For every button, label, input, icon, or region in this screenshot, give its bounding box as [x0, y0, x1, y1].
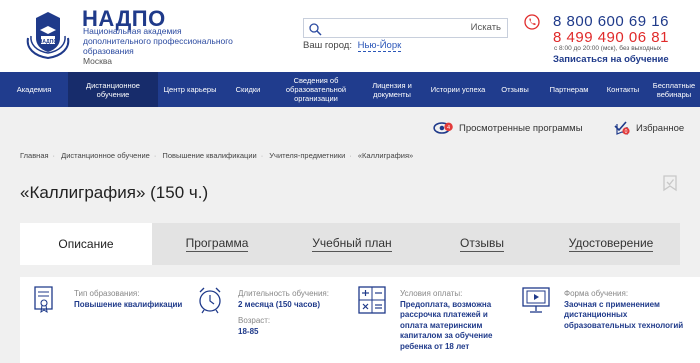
search-box: Искать — [303, 18, 508, 38]
bookmark-icon[interactable] — [662, 174, 678, 192]
calculator-icon — [358, 286, 386, 314]
breadcrumb: Главная · Дистанционное обучение · Повышен… — [20, 151, 413, 160]
study-form-value: Заочная с применением дистанционных обра… — [564, 299, 684, 330]
nav-item-license[interactable]: Лицензия и документы — [358, 72, 426, 107]
study-form-label: Форма обучения: — [564, 289, 629, 298]
nav-item-webinars[interactable]: Бесплатные вебинары — [648, 72, 700, 107]
document-icon — [34, 286, 53, 314]
duration-label: Длительность обучения: — [238, 289, 329, 298]
tab-reviews-label: Отзывы — [460, 236, 504, 252]
breadcrumb-separator: · — [52, 151, 56, 160]
monitor-play-icon — [522, 287, 550, 313]
tab-curriculum-label: Учебный план — [312, 236, 392, 252]
viewed-programs[interactable]: 4 Просмотренные программы — [433, 121, 583, 135]
favorites[interactable]: 0 Избранное — [614, 120, 684, 136]
breadcrumb-separator: · — [260, 151, 264, 160]
tab-program[interactable]: Программа — [152, 223, 282, 265]
tab-description[interactable]: Описание — [20, 223, 152, 265]
education-type-value: Повышение квалификации — [74, 299, 183, 309]
course-info-panel: Тип образования: Повышение квалификации … — [20, 277, 700, 363]
education-type-label: Тип образования: — [74, 289, 140, 298]
payment-label: Условия оплаты: — [400, 289, 463, 298]
main-nav: Академия Дистанционное обучение Центр ка… — [0, 72, 700, 107]
city-label: Ваш город: — [303, 40, 352, 51]
nav-item-academy[interactable]: Академия — [0, 72, 68, 107]
duration-value: 2 месяца (150 часов) — [238, 299, 320, 309]
page-title: «Каллиграфия» (150 ч.) — [20, 183, 209, 202]
breadcrumb-item-home[interactable]: Главная — [20, 151, 49, 160]
viewed-count-badge: 4 — [447, 125, 450, 131]
academy-emblem-icon[interactable]: НАДПО — [22, 8, 74, 60]
site-header: НАДПО НАДПО Национальная академия дополн… — [0, 0, 700, 72]
signup-link[interactable]: Записаться на обучение — [553, 54, 669, 65]
main-content: 4 Просмотренные программы 0 Избранное Гл… — [0, 107, 700, 363]
breadcrumb-item-current: «Каллиграфия» — [357, 151, 414, 160]
nav-item-success-stories[interactable]: Истории успеха — [426, 72, 490, 107]
phone-number-primary[interactable]: 8 800 600 69 16 — [553, 13, 669, 30]
search-input[interactable] — [326, 21, 466, 35]
phone-number-secondary[interactable]: 8 499 490 06 81 — [553, 29, 669, 46]
phone-icon — [524, 14, 540, 30]
viewed-programs-label: Просмотренные программы — [459, 122, 583, 134]
breadcrumb-item-distance[interactable]: Дистанционное обучение — [61, 151, 150, 160]
search-button[interactable]: Искать — [471, 22, 501, 33]
logo-subtitle: Национальная академия дополнительного пр… — [83, 26, 243, 66]
age-label: Возраст: — [238, 316, 271, 325]
nav-item-career-center[interactable]: Центр карьеры — [158, 72, 222, 107]
breadcrumb-separator: · — [349, 151, 352, 160]
eye-icon: 4 — [433, 122, 453, 134]
city-link[interactable]: Нью-Йорк — [357, 40, 402, 52]
nav-item-discounts[interactable]: Скидки — [222, 72, 274, 107]
breadcrumb-item-teachers[interactable]: Учителя-предметники — [269, 151, 345, 160]
nav-item-reviews[interactable]: Отзывы — [490, 72, 540, 107]
svg-text:НАДПО: НАДПО — [39, 39, 58, 45]
payment-value: Предоплата, возможна рассрочка платежей … — [400, 299, 493, 351]
tab-certificate[interactable]: Удостоверение — [542, 223, 680, 265]
logo-city: Москва — [83, 56, 113, 66]
alarm-clock-icon — [199, 287, 221, 314]
city-selector: Ваш город: Нью-Йорк — [303, 40, 402, 52]
breadcrumb-item-qualification[interactable]: Повышение квалификации — [162, 151, 256, 160]
working-hours: с 8:00 до 20:00 (мск), без выходных — [554, 45, 662, 52]
favorites-label: Избранное — [636, 122, 685, 134]
tab-description-label: Описание — [58, 236, 114, 251]
breadcrumb-separator: · — [153, 151, 157, 160]
tab-program-label: Программа — [185, 236, 249, 252]
nav-item-contacts[interactable]: Контакты — [598, 72, 648, 107]
tab-reviews[interactable]: Отзывы — [422, 223, 542, 265]
nav-item-distance-learning[interactable]: Дистанционное обучение — [68, 72, 158, 107]
tab-certificate-label: Удостоверение — [568, 236, 654, 252]
tab-curriculum[interactable]: Учебный план — [282, 223, 422, 265]
course-tabs: Описание Программа Учебный план Отзывы У… — [20, 223, 700, 265]
age-value: 18-85 — [238, 326, 259, 336]
nav-item-organization-info[interactable]: Сведения об образовательной организации — [274, 72, 358, 107]
search-icon — [309, 23, 322, 36]
nav-item-partners[interactable]: Партнерам — [540, 72, 598, 107]
favorites-check-icon: 0 — [614, 121, 630, 135]
logo-subtitle-text: Национальная академия дополнительного пр… — [83, 26, 233, 56]
favorites-count-badge: 0 — [625, 129, 628, 135]
